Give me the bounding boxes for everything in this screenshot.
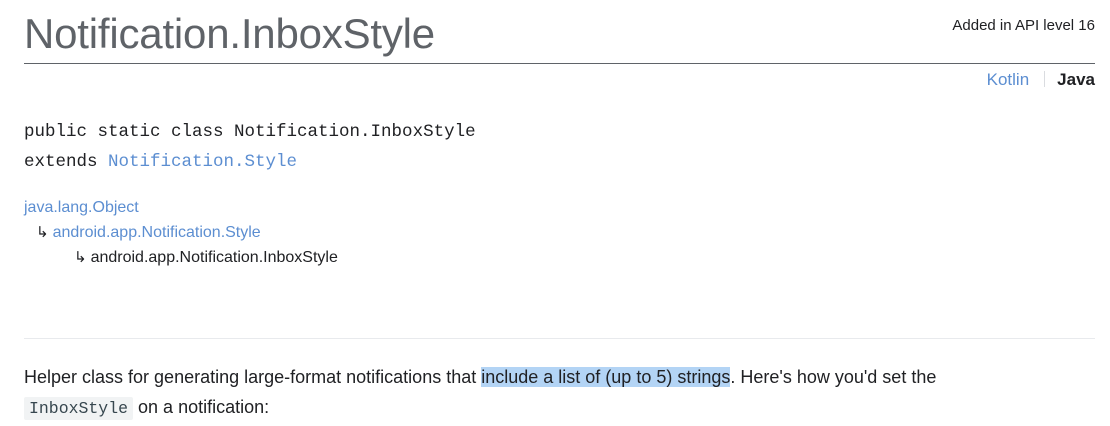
hierarchy-row-0: java.lang.Object: [24, 195, 338, 220]
class-description: Helper class for generating large-format…: [24, 362, 1095, 424]
subclass-arrow-icon: ↳: [74, 248, 87, 266]
language-separator: [1044, 71, 1046, 87]
language-switcher: Kotlin Java: [987, 70, 1095, 90]
page-title: Notification.InboxStyle: [24, 10, 435, 57]
hierarchy-row-2: ↳ android.app.Notification.InboxStyle: [24, 245, 338, 270]
inheritance-hierarchy: java.lang.Object ↳ android.app.Notificati…: [24, 195, 338, 270]
selected-text[interactable]: include a list of (up to 5) strings: [481, 367, 731, 387]
inline-code: InboxStyle: [24, 397, 134, 420]
subclass-arrow-icon: ↳: [36, 223, 49, 241]
java-tab[interactable]: Java: [1057, 70, 1095, 89]
hierarchy-row-1: ↳ android.app.Notification.Style: [24, 220, 338, 245]
page-header: Notification.InboxStyle Added in API lev…: [24, 0, 1095, 64]
description-text-start: Helper class for generating large-format…: [24, 367, 482, 387]
hierarchy-current-class: android.app.Notification.InboxStyle: [90, 249, 338, 266]
class-signature: public static class Notification.InboxSt…: [24, 117, 476, 177]
description-text-middle: . Here's how you'd set the: [730, 367, 937, 387]
hierarchy-link-style[interactable]: android.app.Notification.Style: [53, 224, 261, 241]
api-level-label: Added in API level 16: [952, 17, 1095, 34]
extends-line: extends Notification.Style: [24, 147, 476, 177]
description-text-end: on a notification:: [133, 397, 270, 417]
kotlin-tab[interactable]: Kotlin: [987, 70, 1030, 89]
reference-page: Notification.InboxStyle Added in API lev…: [24, 0, 1095, 426]
hierarchy-link-object[interactable]: java.lang.Object: [24, 199, 139, 216]
extends-keyword: extends: [24, 152, 109, 172]
class-declaration: public static class Notification.InboxSt…: [24, 122, 476, 142]
section-divider: [24, 338, 1095, 339]
superclass-link[interactable]: Notification.Style: [108, 152, 297, 172]
